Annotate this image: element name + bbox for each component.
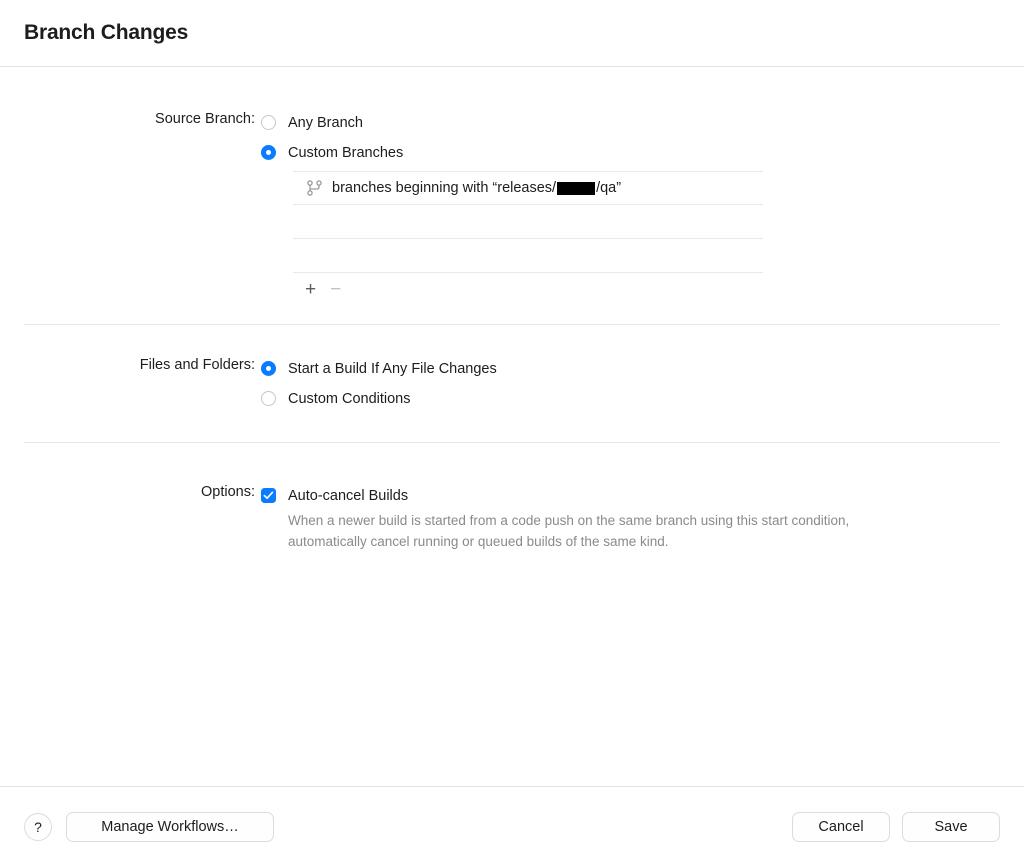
- section-options: Options: Auto-cancel Builds When a newer…: [0, 443, 1024, 552]
- radio-custom-branches-indicator[interactable]: [261, 145, 276, 160]
- radio-custom-conditions-label: Custom Conditions: [288, 390, 411, 407]
- cancel-button[interactable]: Cancel: [792, 811, 890, 842]
- auto-cancel-description: When a newer build is started from a cod…: [288, 513, 850, 549]
- add-branch-button[interactable]: +: [305, 280, 316, 299]
- dialog-bottom-bar: ? Manage Workflows… Cancel Save: [0, 786, 1024, 866]
- source-branch-field-row: Source Branch: Any Branch Custom Branche…: [0, 110, 1024, 305]
- page-title: Branch Changes: [24, 21, 189, 44]
- branch-list[interactable]: branches beginning with “releases/ /qa” +…: [293, 171, 763, 305]
- checkbox-auto-cancel-builds[interactable]: Auto-cancel Builds: [261, 483, 1024, 508]
- radio-any-branch-label: Any Branch: [288, 114, 363, 131]
- save-button[interactable]: Save: [902, 811, 1000, 842]
- dialog-header: Branch Changes: [0, 0, 1024, 67]
- branch-text-after: /qa”: [596, 180, 622, 196]
- radio-custom-branches-label: Custom Branches: [288, 144, 404, 161]
- options-field-row: Options: Auto-cancel Builds When a newer…: [0, 483, 1024, 552]
- radio-any-branch[interactable]: Any Branch: [261, 110, 1024, 135]
- branch-list-item-text: branches beginning with “releases/ /qa”: [332, 180, 621, 196]
- checkbox-auto-cancel-label: Auto-cancel Builds: [288, 487, 409, 504]
- options-label: Options:: [201, 484, 255, 500]
- radio-start-build-any-file-changes[interactable]: Start a Build If Any File Changes: [261, 356, 1024, 381]
- section-files-and-folders: Files and Folders: Start a Build If Any …: [0, 325, 1024, 411]
- source-branch-label: Source Branch:: [155, 111, 255, 127]
- files-and-folders-field-row: Files and Folders: Start a Build If Any …: [0, 356, 1024, 411]
- redaction-block: [557, 181, 596, 195]
- radio-start-build-label: Start a Build If Any File Changes: [288, 360, 497, 377]
- files-and-folders-label: Files and Folders:: [139, 357, 255, 373]
- branch-list-controls: + −: [293, 273, 763, 305]
- branch-list-item[interactable]: [293, 239, 763, 273]
- branch-list-item[interactable]: branches beginning with “releases/ /qa”: [293, 171, 763, 205]
- radio-start-build-indicator[interactable]: [261, 361, 276, 376]
- help-button[interactable]: ?: [24, 812, 52, 841]
- branch-list-item[interactable]: [293, 205, 763, 239]
- git-branch-icon: [305, 179, 323, 197]
- section-source-branch: Source Branch: Any Branch Custom Branche…: [0, 68, 1024, 305]
- radio-custom-conditions-indicator[interactable]: [261, 391, 276, 406]
- radio-custom-branches[interactable]: Custom Branches: [261, 140, 1024, 165]
- source-branch-body: Any Branch Custom Branches branches begi…: [255, 110, 1024, 305]
- files-and-folders-body: Start a Build If Any File Changes Custom…: [255, 356, 1024, 411]
- bottom-bar-left-group: ? Manage Workflows…: [24, 811, 274, 842]
- branch-text-before: branches beginning with “releases/: [332, 180, 557, 196]
- dialog-content: Source Branch: Any Branch Custom Branche…: [0, 68, 1024, 786]
- manage-workflows-button[interactable]: Manage Workflows…: [66, 811, 274, 842]
- radio-any-branch-indicator[interactable]: [261, 115, 276, 130]
- remove-branch-button[interactable]: −: [330, 280, 341, 299]
- radio-custom-conditions[interactable]: Custom Conditions: [261, 386, 1024, 411]
- bottom-bar-right-group: Cancel Save: [792, 811, 1000, 842]
- checkbox-auto-cancel-indicator[interactable]: [261, 488, 276, 503]
- options-body: Auto-cancel Builds When a newer build is…: [255, 483, 1024, 552]
